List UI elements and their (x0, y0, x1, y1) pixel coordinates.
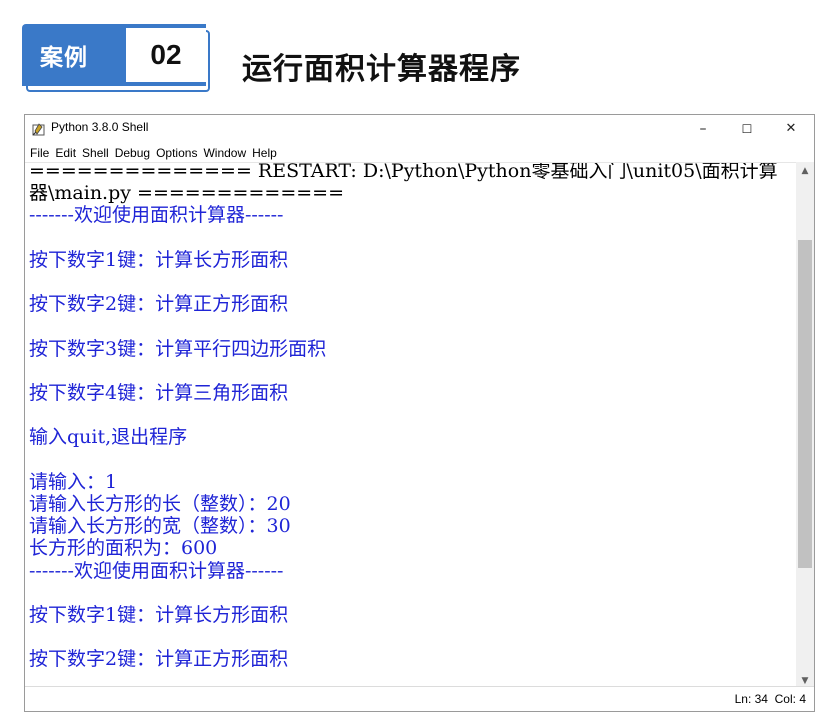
shell-line: -------欢迎使用面积计算器------ (29, 559, 284, 582)
close-icon: ✕ (785, 121, 797, 136)
shell-line: 请输入长方形的长（整数）：20 (29, 493, 291, 515)
shell-line: 器\main.py ============= (29, 182, 344, 205)
case-header: 案例 02 运行面积计算器程序 (22, 24, 822, 92)
shell-line: 按下数字1键：计算长方形面积 (29, 248, 289, 271)
shell-line: 按下数字4键：计算三角形面积 (29, 382, 289, 404)
shell-line: 按下数字2键：计算正方形面积 (29, 648, 289, 671)
case-tag: 案例 02 (22, 24, 206, 86)
scroll-up-icon[interactable]: ▲ (796, 162, 814, 179)
cursor-position: Ln: 34 Col: 4 (734, 692, 806, 706)
shell-output[interactable]: ============== RESTART: D:\Python\Python… (25, 162, 796, 690)
python-shell-icon (31, 121, 47, 137)
shell-line: 按下数字2键：计算正方形面积 (29, 293, 289, 316)
status-bar: Ln: 34 Col: 4 (25, 686, 814, 711)
shell-line: 请输入：1 (29, 470, 118, 493)
menu-item-edit[interactable]: Edit (52, 143, 79, 160)
menu-item-debug[interactable]: Debug (112, 143, 153, 160)
python-shell-window: Python 3.8.0 Shell – ☐ ✕ File Edit Shell De… (24, 114, 815, 712)
case-label: 案例 (40, 45, 88, 71)
menu-item-options[interactable]: Options (153, 143, 200, 160)
menu-item-file[interactable]: File (27, 143, 52, 160)
case-number-box: 02 (126, 28, 206, 82)
menu-item-window[interactable]: Window (200, 143, 249, 160)
shell-line: ============== RESTART: D:\Python\Python… (29, 162, 778, 182)
shell-line: 按下数字3键：计算平行四边形面积 (29, 337, 327, 360)
menu-bar: File Edit Shell Debug Options Window Help (25, 142, 814, 162)
shell-line: 长方形的面积为：600 (29, 537, 218, 560)
shell-line: 按下数字1键：计算长方形面积 (29, 604, 289, 626)
minimize-button[interactable]: – (681, 115, 725, 142)
menu-item-help[interactable]: Help (249, 143, 280, 160)
window-title: Python 3.8.0 Shell (51, 120, 149, 134)
close-button[interactable]: ✕ (769, 115, 813, 142)
scroll-thumb[interactable] (798, 240, 812, 568)
maximize-icon: ☐ (741, 121, 753, 136)
maximize-button[interactable]: ☐ (725, 115, 769, 142)
shell-line: 输入quit,退出程序 (29, 426, 188, 449)
minimize-icon: – (699, 120, 707, 137)
title-bar[interactable]: Python 3.8.0 Shell – ☐ ✕ (25, 115, 814, 142)
shell-line: -------欢迎使用面积计算器------ (29, 204, 284, 227)
vertical-scrollbar[interactable]: ▲ ▼ (796, 162, 814, 689)
case-title: 运行面积计算器程序 (242, 52, 521, 87)
shell-line: 请输入长方形的宽（整数）：30 (29, 515, 291, 538)
menu-item-shell[interactable]: Shell (79, 143, 112, 160)
case-number: 02 (150, 39, 182, 70)
